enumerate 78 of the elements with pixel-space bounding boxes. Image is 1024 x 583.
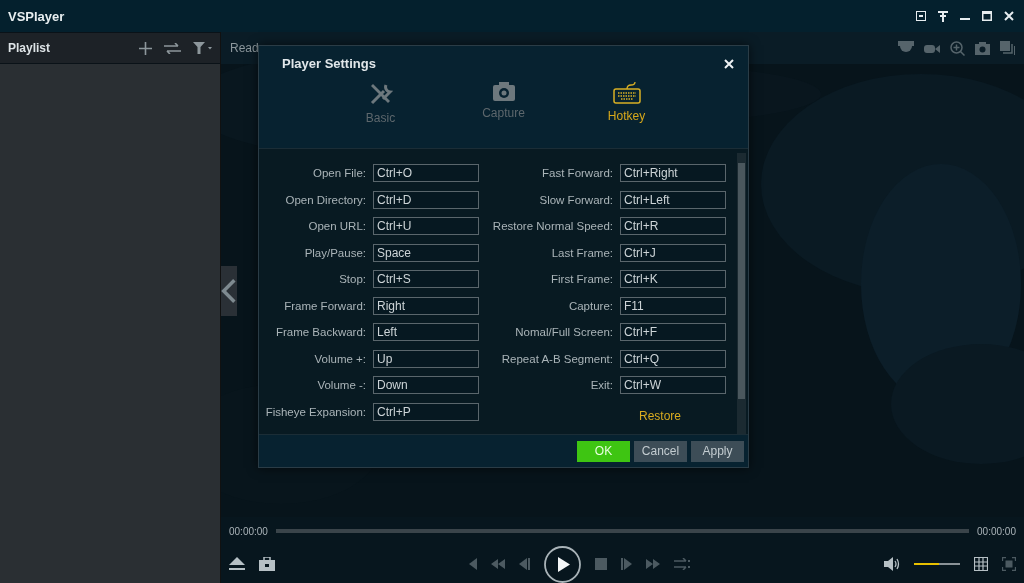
hotkey-label: Open URL:: [307, 220, 366, 232]
hotkey-field[interactable]: Ctrl+O: [373, 164, 479, 182]
hotkey-field[interactable]: Ctrl+F: [620, 323, 726, 341]
pin-icon[interactable]: [938, 10, 948, 22]
restore-link[interactable]: Restore: [479, 408, 726, 423]
hotkey-field[interactable]: Ctrl+P: [373, 402, 479, 421]
hotkey-label: Fast Forward:: [541, 167, 613, 179]
collapse-handle[interactable]: [221, 266, 237, 316]
elapsed-time: 00:00:00: [229, 525, 268, 537]
play-icon[interactable]: [544, 545, 581, 583]
hotkey-field[interactable]: Space: [373, 243, 479, 262]
shuffle-icon[interactable]: [674, 558, 690, 570]
hotkey-label: Restore Normal Speed:: [491, 220, 613, 232]
volume-icon[interactable]: [884, 557, 900, 571]
settings-tab[interactable]: Hotkey: [581, 74, 672, 148]
hotkey-label: Frame Backward:: [274, 326, 366, 338]
hotkey-label: Open Directory:: [284, 193, 366, 206]
app-title: VSPlayer: [8, 8, 65, 24]
hotkey-label: Volume -:: [316, 379, 366, 391]
camera-dome-icon[interactable]: [898, 41, 914, 55]
scrollbar[interactable]: [737, 153, 746, 434]
close-icon[interactable]: [724, 58, 734, 69]
dialog-title: Player Settings: [282, 56, 376, 71]
snapshots-icon[interactable]: [1000, 41, 1015, 55]
hotkey-label: Stop:: [338, 273, 366, 285]
hotkey-field[interactable]: Ctrl+R: [620, 217, 726, 235]
hotkey-label: Last Frame:: [550, 246, 613, 259]
mini-mode-icon[interactable]: [916, 11, 926, 21]
previous-icon[interactable]: [469, 558, 477, 570]
total-time: 00:00:00: [977, 525, 1016, 537]
step-forward-icon[interactable]: [621, 558, 632, 570]
hotkey-field[interactable]: Right: [373, 296, 479, 315]
fullscreen-icon[interactable]: [1002, 557, 1016, 571]
keyboard-icon: [612, 82, 641, 104]
hotkey-field[interactable]: Left: [373, 323, 479, 341]
rewind-icon[interactable]: [491, 559, 505, 569]
dialog-button[interactable]: Cancel: [634, 440, 687, 462]
tools-icon: [368, 82, 393, 106]
filter-icon[interactable]: [193, 42, 212, 54]
camera-icon[interactable]: [975, 41, 990, 55]
hotkey-label: Slow Forward:: [538, 193, 613, 206]
maximize-icon[interactable]: [982, 11, 992, 21]
camera-icon: [492, 82, 515, 101]
hotkey-field[interactable]: F11: [620, 296, 726, 315]
hotkey-field[interactable]: Ctrl+W: [620, 376, 726, 394]
scroll-thumb[interactable]: [738, 163, 745, 399]
hotkey-field[interactable]: Ctrl+J: [620, 243, 726, 262]
hotkey-field[interactable]: Ctrl+Right: [620, 164, 726, 182]
close-icon[interactable]: [1004, 11, 1014, 21]
hotkey-label: Nomal/Full Screen:: [514, 326, 613, 338]
hotkey-label: Frame Forward:: [283, 299, 366, 312]
step-back-icon[interactable]: [519, 558, 530, 570]
dialog-button[interactable]: Apply: [691, 440, 744, 462]
hotkey-label: Fisheye Expansion:: [264, 405, 366, 418]
hotkey-label: Exit:: [589, 379, 613, 391]
hotkey-field[interactable]: Down: [373, 376, 479, 394]
hotkey-field[interactable]: Up: [373, 349, 479, 368]
hotkey-label: Capture:: [567, 299, 613, 312]
hotkey-field[interactable]: Ctrl+D: [373, 190, 479, 209]
grid-layout-icon[interactable]: [974, 557, 988, 571]
hotkey-label: Play/Pause:: [303, 246, 366, 259]
eject-icon[interactable]: [229, 557, 245, 571]
playlist-title: Playlist: [8, 41, 52, 55]
status-text: Read: [230, 41, 259, 55]
zoom-in-icon[interactable]: [950, 40, 965, 56]
swap-icon[interactable]: [164, 42, 181, 54]
toolbox-icon[interactable]: [259, 557, 275, 571]
hotkey-label: Volume +:: [313, 352, 366, 365]
hotkey-field[interactable]: Ctrl+Q: [620, 349, 726, 368]
add-icon[interactable]: [139, 41, 152, 55]
hotkey-field[interactable]: Ctrl+Left: [620, 190, 726, 209]
hotkey-label: Open File:: [311, 167, 366, 179]
hotkey-field[interactable]: Ctrl+U: [373, 217, 479, 235]
hotkey-field[interactable]: Ctrl+K: [620, 270, 726, 288]
hotkey-label: Repeat A-B Segment:: [500, 352, 613, 365]
hotkey-label: First Frame:: [550, 273, 613, 285]
hotkey-field[interactable]: Ctrl+S: [373, 270, 479, 288]
fast-forward-icon[interactable]: [646, 559, 660, 569]
